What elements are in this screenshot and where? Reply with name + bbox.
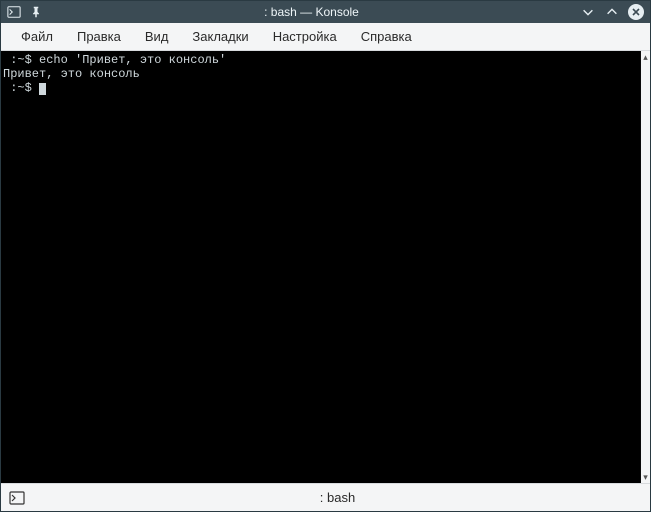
terminal-line: :~$ echo 'Привет, это консоль': [3, 53, 638, 67]
statusbar: : bash: [1, 483, 650, 511]
scroll-up-icon[interactable]: ▴: [641, 51, 650, 63]
maximize-button[interactable]: [604, 4, 620, 20]
terminal[interactable]: :~$ echo 'Привет, это консоль'Привет, эт…: [1, 51, 640, 483]
scroll-down-icon[interactable]: ▾: [641, 471, 650, 483]
terminal-icon: [7, 5, 21, 19]
scroll-track[interactable]: [641, 63, 650, 471]
scrollbar[interactable]: ▴ ▾: [640, 51, 650, 483]
menubar: Файл Правка Вид Закладки Настройка Справ…: [1, 23, 650, 51]
menu-settings[interactable]: Настройка: [261, 25, 349, 48]
window-title: : bash — Konsole: [43, 5, 580, 19]
konsole-window: : bash — Konsole Файл Правка Вид Закладк…: [0, 0, 651, 512]
terminal-area: :~$ echo 'Привет, это консоль'Привет, эт…: [1, 51, 650, 483]
tab-label[interactable]: : bash: [33, 490, 642, 505]
tab-terminal-icon[interactable]: [9, 490, 25, 506]
terminal-line: Привет, это консоль: [3, 67, 638, 81]
menu-view[interactable]: Вид: [133, 25, 181, 48]
titlebar[interactable]: : bash — Konsole: [1, 1, 650, 23]
menu-bookmarks[interactable]: Закладки: [180, 25, 260, 48]
menu-help[interactable]: Справка: [349, 25, 424, 48]
menu-edit[interactable]: Правка: [65, 25, 133, 48]
terminal-line: :~$: [3, 81, 638, 95]
minimize-button[interactable]: [580, 4, 596, 20]
window-controls: [580, 4, 644, 20]
close-button[interactable]: [628, 4, 644, 20]
pin-icon[interactable]: [29, 5, 43, 19]
menu-file[interactable]: Файл: [9, 25, 65, 48]
